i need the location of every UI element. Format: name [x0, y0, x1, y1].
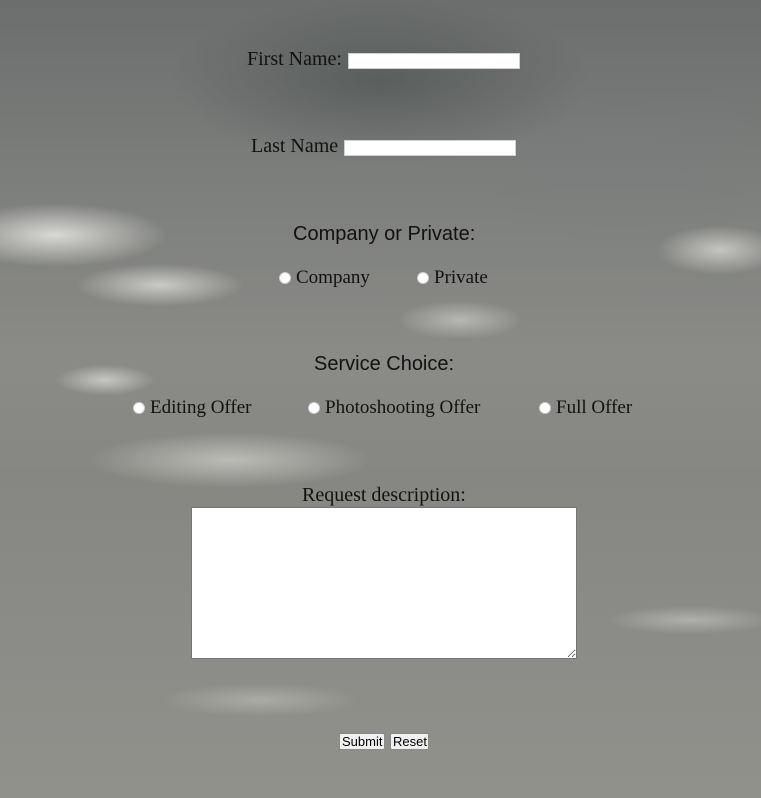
full-offer-radio[interactable]: [539, 402, 551, 414]
company-option-label[interactable]: Company: [296, 267, 370, 289]
last-name-label: Last Name: [251, 135, 339, 157]
last-name-input[interactable]: [344, 140, 516, 156]
first-name-label: First Name:: [247, 48, 342, 70]
photoshooting-offer-radio[interactable]: [308, 402, 320, 414]
photoshooting-offer-label[interactable]: Photoshooting Offer: [325, 397, 480, 419]
editing-offer-radio[interactable]: [133, 402, 145, 414]
editing-offer-label[interactable]: Editing Offer: [150, 397, 252, 419]
request-description-textarea[interactable]: [191, 507, 577, 659]
private-option-label[interactable]: Private: [434, 267, 488, 289]
full-offer-label[interactable]: Full Offer: [556, 397, 632, 419]
request-description-label: Request description:: [302, 484, 466, 506]
first-name-input[interactable]: [348, 53, 520, 69]
page-background: { "form": { "first_name": { "label": "Fi…: [0, 0, 761, 798]
company-or-private-heading: Company or Private:: [293, 223, 476, 245]
company-radio[interactable]: [279, 272, 291, 284]
service-choice-heading: Service Choice:: [314, 353, 455, 375]
submit-button[interactable]: Submit: [339, 733, 385, 750]
private-radio[interactable]: [417, 272, 429, 284]
reset-button[interactable]: Reset: [390, 733, 429, 750]
